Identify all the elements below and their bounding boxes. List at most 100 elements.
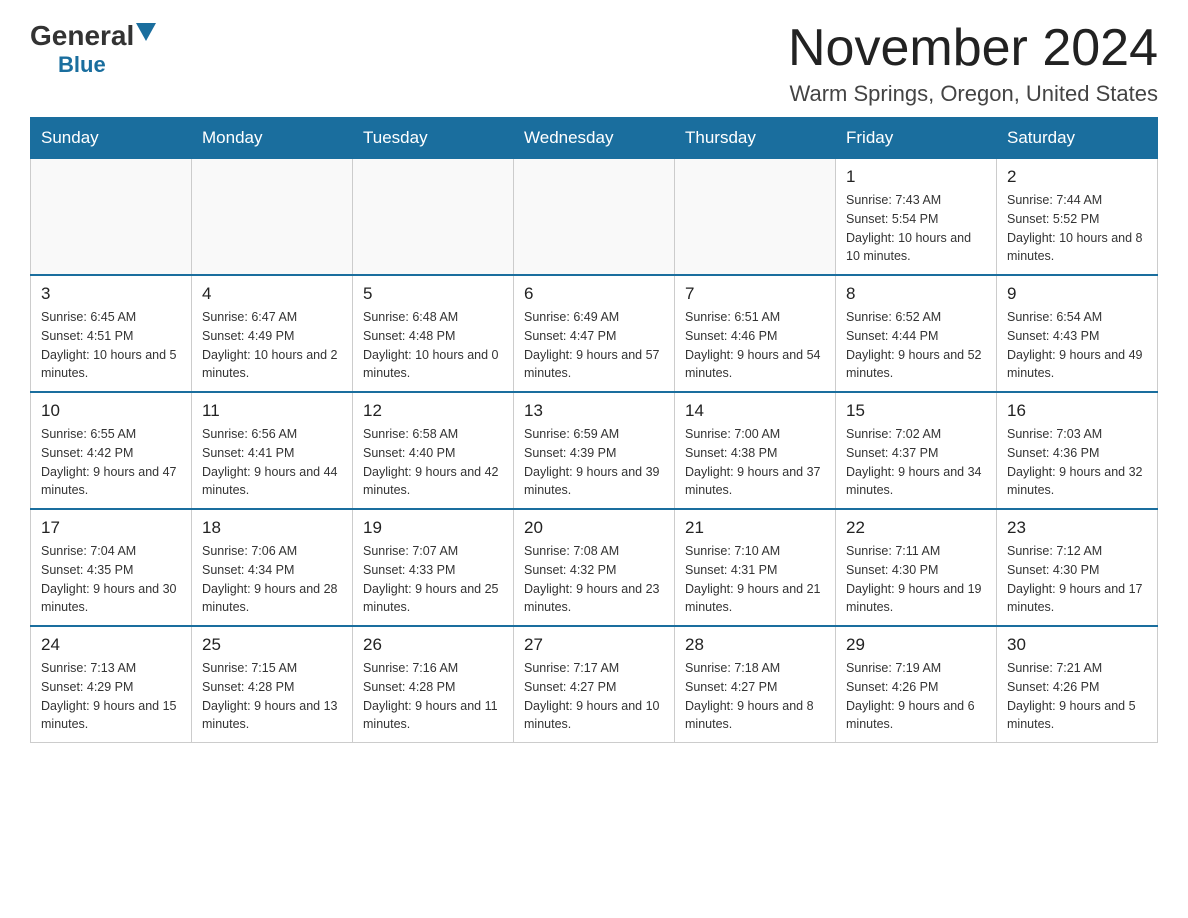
calendar-week-row: 10 Sunrise: 6:55 AM Sunset: 4:42 PM Dayli…: [31, 392, 1158, 509]
calendar-day-cell: [31, 159, 192, 276]
calendar-header-row: SundayMondayTuesdayWednesdayThursdayFrid…: [31, 118, 1158, 159]
day-number: 23: [1007, 518, 1147, 538]
calendar-week-row: 3 Sunrise: 6:45 AM Sunset: 4:51 PM Daylig…: [31, 275, 1158, 392]
calendar-day-cell: 8 Sunrise: 6:52 AM Sunset: 4:44 PM Daylig…: [836, 275, 997, 392]
day-number: 16: [1007, 401, 1147, 421]
day-info: Sunrise: 7:17 AM Sunset: 4:27 PM Dayligh…: [524, 659, 664, 734]
calendar-day-cell: 23 Sunrise: 7:12 AM Sunset: 4:30 PM Dayli…: [997, 509, 1158, 626]
day-number: 30: [1007, 635, 1147, 655]
day-number: 14: [685, 401, 825, 421]
calendar-day-cell: 7 Sunrise: 6:51 AM Sunset: 4:46 PM Daylig…: [675, 275, 836, 392]
day-info: Sunrise: 7:08 AM Sunset: 4:32 PM Dayligh…: [524, 542, 664, 617]
day-number: 18: [202, 518, 342, 538]
calendar-day-cell: 5 Sunrise: 6:48 AM Sunset: 4:48 PM Daylig…: [353, 275, 514, 392]
day-number: 15: [846, 401, 986, 421]
day-info: Sunrise: 6:48 AM Sunset: 4:48 PM Dayligh…: [363, 308, 503, 383]
day-info: Sunrise: 7:16 AM Sunset: 4:28 PM Dayligh…: [363, 659, 503, 734]
day-number: 9: [1007, 284, 1147, 304]
day-info: Sunrise: 7:10 AM Sunset: 4:31 PM Dayligh…: [685, 542, 825, 617]
calendar-day-cell: [675, 159, 836, 276]
day-number: 21: [685, 518, 825, 538]
day-number: 5: [363, 284, 503, 304]
day-info: Sunrise: 7:00 AM Sunset: 4:38 PM Dayligh…: [685, 425, 825, 500]
calendar-day-cell: 9 Sunrise: 6:54 AM Sunset: 4:43 PM Daylig…: [997, 275, 1158, 392]
calendar-day-cell: [192, 159, 353, 276]
day-number: 2: [1007, 167, 1147, 187]
day-number: 17: [41, 518, 181, 538]
calendar-week-row: 24 Sunrise: 7:13 AM Sunset: 4:29 PM Dayli…: [31, 626, 1158, 743]
day-info: Sunrise: 7:43 AM Sunset: 5:54 PM Dayligh…: [846, 191, 986, 266]
day-info: Sunrise: 7:11 AM Sunset: 4:30 PM Dayligh…: [846, 542, 986, 617]
calendar-week-row: 17 Sunrise: 7:04 AM Sunset: 4:35 PM Dayli…: [31, 509, 1158, 626]
day-number: 29: [846, 635, 986, 655]
day-number: 1: [846, 167, 986, 187]
calendar-day-header: Monday: [192, 118, 353, 159]
day-number: 8: [846, 284, 986, 304]
day-info: Sunrise: 7:19 AM Sunset: 4:26 PM Dayligh…: [846, 659, 986, 734]
calendar-day-header: Saturday: [997, 118, 1158, 159]
logo-triangle-icon: [136, 23, 156, 46]
calendar-day-cell: 2 Sunrise: 7:44 AM Sunset: 5:52 PM Daylig…: [997, 159, 1158, 276]
calendar-day-cell: 10 Sunrise: 6:55 AM Sunset: 4:42 PM Dayli…: [31, 392, 192, 509]
day-number: 28: [685, 635, 825, 655]
calendar-day-cell: 15 Sunrise: 7:02 AM Sunset: 4:37 PM Dayli…: [836, 392, 997, 509]
calendar-day-cell: [514, 159, 675, 276]
logo-general-text: General: [30, 20, 134, 52]
day-info: Sunrise: 7:02 AM Sunset: 4:37 PM Dayligh…: [846, 425, 986, 500]
calendar-day-header: Thursday: [675, 118, 836, 159]
calendar-day-header: Wednesday: [514, 118, 675, 159]
calendar-day-cell: [353, 159, 514, 276]
day-info: Sunrise: 6:52 AM Sunset: 4:44 PM Dayligh…: [846, 308, 986, 383]
day-info: Sunrise: 6:58 AM Sunset: 4:40 PM Dayligh…: [363, 425, 503, 500]
calendar-day-header: Friday: [836, 118, 997, 159]
day-number: 24: [41, 635, 181, 655]
day-number: 27: [524, 635, 664, 655]
day-info: Sunrise: 6:56 AM Sunset: 4:41 PM Dayligh…: [202, 425, 342, 500]
day-number: 22: [846, 518, 986, 538]
month-title: November 2024: [788, 20, 1158, 77]
day-number: 12: [363, 401, 503, 421]
day-number: 3: [41, 284, 181, 304]
day-info: Sunrise: 7:13 AM Sunset: 4:29 PM Dayligh…: [41, 659, 181, 734]
calendar-day-cell: 20Sunrise: 7:08 AM Sunset: 4:32 PM Dayli…: [514, 509, 675, 626]
page-header: General Blue November 2024 Warm Springs,…: [30, 20, 1158, 107]
calendar-table: SundayMondayTuesdayWednesdayThursdayFrid…: [30, 117, 1158, 743]
calendar-day-cell: 6Sunrise: 6:49 AM Sunset: 4:47 PM Daylig…: [514, 275, 675, 392]
day-info: Sunrise: 7:44 AM Sunset: 5:52 PM Dayligh…: [1007, 191, 1147, 266]
day-info: Sunrise: 6:51 AM Sunset: 4:46 PM Dayligh…: [685, 308, 825, 383]
calendar-day-cell: 17 Sunrise: 7:04 AM Sunset: 4:35 PM Dayli…: [31, 509, 192, 626]
day-info: Sunrise: 7:12 AM Sunset: 4:30 PM Dayligh…: [1007, 542, 1147, 617]
calendar-day-cell: 14 Sunrise: 7:00 AM Sunset: 4:38 PM Dayli…: [675, 392, 836, 509]
day-info: Sunrise: 7:15 AM Sunset: 4:28 PM Dayligh…: [202, 659, 342, 734]
day-number: 19: [363, 518, 503, 538]
calendar-day-cell: 12 Sunrise: 6:58 AM Sunset: 4:40 PM Dayli…: [353, 392, 514, 509]
day-number: 25: [202, 635, 342, 655]
location-text: Warm Springs, Oregon, United States: [788, 81, 1158, 107]
day-info: Sunrise: 7:21 AM Sunset: 4:26 PM Dayligh…: [1007, 659, 1147, 734]
calendar-day-cell: 29 Sunrise: 7:19 AM Sunset: 4:26 PM Dayli…: [836, 626, 997, 743]
title-section: November 2024 Warm Springs, Oregon, Unit…: [788, 20, 1158, 107]
calendar-day-cell: 26 Sunrise: 7:16 AM Sunset: 4:28 PM Dayli…: [353, 626, 514, 743]
day-number: 11: [202, 401, 342, 421]
calendar-day-cell: 1 Sunrise: 7:43 AM Sunset: 5:54 PM Daylig…: [836, 159, 997, 276]
calendar-day-cell: 4 Sunrise: 6:47 AM Sunset: 4:49 PM Daylig…: [192, 275, 353, 392]
day-info: Sunrise: 6:54 AM Sunset: 4:43 PM Dayligh…: [1007, 308, 1147, 383]
day-number: 26: [363, 635, 503, 655]
calendar-day-cell: 21 Sunrise: 7:10 AM Sunset: 4:31 PM Dayli…: [675, 509, 836, 626]
day-info: Sunrise: 6:45 AM Sunset: 4:51 PM Dayligh…: [41, 308, 181, 383]
day-number: 4: [202, 284, 342, 304]
day-info: Sunrise: 6:49 AM Sunset: 4:47 PM Dayligh…: [524, 308, 664, 383]
day-number: 7: [685, 284, 825, 304]
calendar-day-cell: 28Sunrise: 7:18 AM Sunset: 4:27 PM Dayli…: [675, 626, 836, 743]
day-info: Sunrise: 7:04 AM Sunset: 4:35 PM Dayligh…: [41, 542, 181, 617]
calendar-day-header: Sunday: [31, 118, 192, 159]
calendar-day-header: Tuesday: [353, 118, 514, 159]
day-number: 10: [41, 401, 181, 421]
day-info: Sunrise: 6:55 AM Sunset: 4:42 PM Dayligh…: [41, 425, 181, 500]
calendar-day-cell: 11 Sunrise: 6:56 AM Sunset: 4:41 PM Dayli…: [192, 392, 353, 509]
calendar-day-cell: 24 Sunrise: 7:13 AM Sunset: 4:29 PM Dayli…: [31, 626, 192, 743]
calendar-day-cell: 13Sunrise: 6:59 AM Sunset: 4:39 PM Dayli…: [514, 392, 675, 509]
calendar-day-cell: 18Sunrise: 7:06 AM Sunset: 4:34 PM Dayli…: [192, 509, 353, 626]
day-info: Sunrise: 6:47 AM Sunset: 4:49 PM Dayligh…: [202, 308, 342, 383]
day-info: Sunrise: 7:07 AM Sunset: 4:33 PM Dayligh…: [363, 542, 503, 617]
